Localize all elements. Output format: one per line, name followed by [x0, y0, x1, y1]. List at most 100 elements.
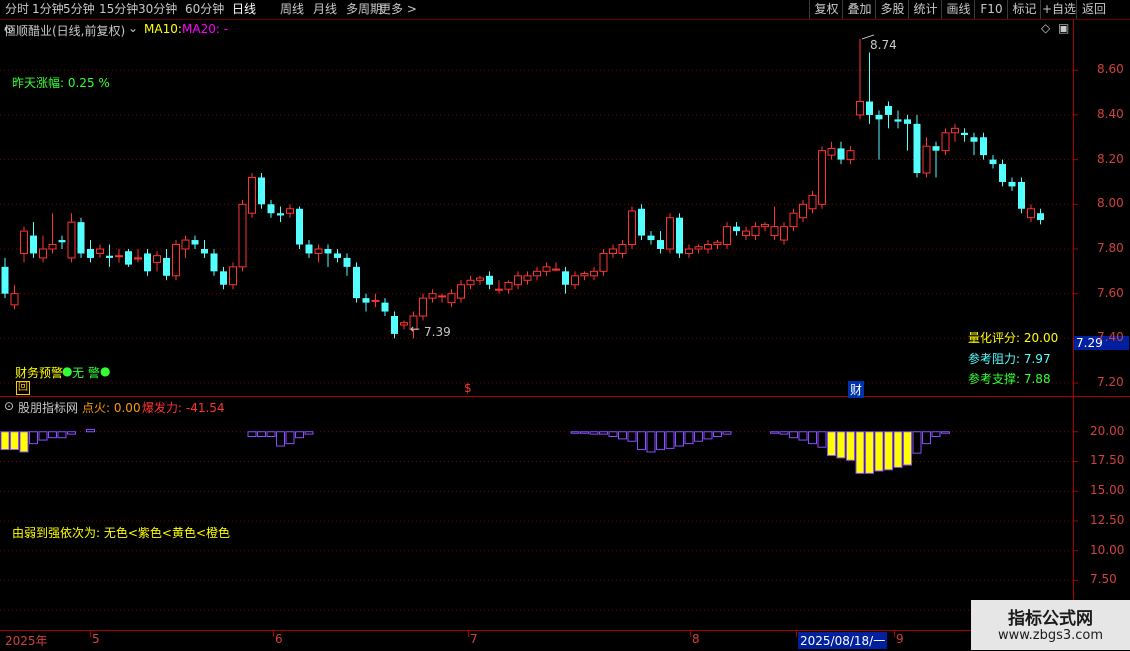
chevron-down-icon[interactable]: ⌄ — [128, 21, 138, 35]
kline-chart — [0, 34, 1078, 611]
return-box-icon[interactable]: 回 — [16, 381, 30, 395]
candle-body — [799, 203, 807, 219]
candle-body — [238, 203, 247, 268]
indicator-bar — [884, 431, 893, 471]
date-axis-label: 7 — [470, 632, 478, 646]
candle-body — [770, 226, 779, 237]
indicator-bar — [931, 431, 941, 437]
candle-body — [932, 146, 940, 151]
candle-body — [951, 127, 959, 134]
indicator-bar — [38, 431, 48, 441]
no-warning: 无 警 — [72, 366, 100, 380]
indicator-bar — [637, 431, 646, 451]
candle-body — [685, 248, 693, 254]
price-tick-label: 8.40 — [1097, 106, 1124, 121]
candle-body — [1, 266, 9, 294]
indicator-bar — [903, 431, 912, 466]
candle-body — [314, 248, 323, 254]
indicator-bar — [694, 431, 703, 442]
indicator-bar — [86, 428, 95, 433]
ma10-label: MA10: — [144, 22, 182, 36]
candle-body — [789, 212, 798, 228]
indicator-bar — [247, 431, 257, 437]
indicator-bar — [855, 431, 865, 474]
price-tick-label: 8.00 — [1097, 196, 1124, 211]
indicator-bar — [665, 431, 675, 449]
indicator-name: 股朋指标网 — [18, 401, 79, 415]
indicator-bar — [874, 431, 884, 472]
watermark: 指标公式网 www.zbgs3.com — [971, 600, 1130, 650]
indicator-bar — [827, 431, 836, 457]
candle-body — [904, 119, 911, 124]
indicator-tick-label: 7.50 — [1090, 572, 1117, 587]
resistance-level: 参考阻力: 7.97 — [968, 352, 1051, 366]
candle-body — [10, 293, 19, 306]
indicator-bar — [893, 431, 903, 468]
indicator-bar — [703, 431, 713, 440]
date-axis-label: 8 — [692, 632, 700, 646]
expand-icon[interactable]: ▣ — [1058, 21, 1069, 35]
indicator-bar — [19, 431, 29, 453]
candle-body — [125, 251, 132, 265]
candle-body — [48, 244, 57, 250]
candle-body — [191, 240, 199, 245]
indicator-tick-label: 10.00 — [1090, 542, 1125, 557]
candle-body — [419, 297, 427, 317]
candle-body — [980, 137, 987, 156]
date-axis-label: 9 — [896, 632, 904, 646]
date-axis-label: 5 — [92, 632, 100, 646]
stock-title: 恒顺醋业(日线,前复权) — [4, 24, 126, 38]
candle-body — [134, 257, 142, 260]
candle-body — [201, 248, 208, 254]
candle-body — [571, 275, 579, 286]
candle-body — [428, 293, 437, 299]
price-tick-label: 7.80 — [1097, 240, 1124, 255]
finance-warning[interactable]: 财务预警 — [15, 364, 63, 381]
candle-body — [808, 194, 817, 210]
candle-body — [742, 230, 750, 237]
indicator-bar — [627, 431, 637, 442]
dollar-marker[interactable]: $ — [464, 381, 472, 395]
candle-body — [172, 244, 180, 277]
candle-body — [447, 293, 456, 304]
finance-marker[interactable]: 财 — [848, 381, 865, 398]
candle-body — [913, 123, 921, 174]
candle-body — [248, 176, 256, 214]
candle-body — [144, 253, 151, 272]
candle-body — [694, 246, 703, 250]
candle-body — [875, 114, 883, 120]
candle-body — [657, 240, 664, 249]
indicator-bar — [865, 431, 874, 474]
indicator-bar — [779, 431, 789, 435]
high-marker: 8.74 — [870, 38, 897, 52]
candle-body — [77, 222, 85, 254]
diamond-icon[interactable]: ◇ — [1041, 21, 1050, 35]
candle-body — [704, 244, 712, 250]
candle-body — [922, 145, 931, 174]
quant-score: 量化评分: 20.00 — [968, 331, 1059, 345]
ignite-value: 点火: 0.00 — [82, 401, 141, 415]
candle-body — [438, 295, 446, 298]
candle-body — [818, 150, 826, 205]
indicator-bar — [798, 431, 808, 441]
candle-body — [371, 299, 380, 302]
indicator-bar — [295, 431, 304, 439]
candle-body — [599, 252, 608, 272]
price-tick-label: 7.40 — [1097, 330, 1124, 345]
date-axis-tick — [894, 631, 895, 637]
candle-body — [1008, 181, 1016, 187]
date-axis-tick — [796, 631, 797, 637]
indicator-bar — [304, 431, 314, 435]
candle-body — [87, 248, 94, 258]
candle-body — [970, 137, 978, 142]
indicator-bar — [589, 431, 599, 435]
candle-body — [780, 226, 788, 241]
candle-body — [67, 221, 76, 259]
candle-body — [210, 253, 218, 272]
candle-body — [1027, 208, 1035, 219]
candle-body — [258, 177, 265, 205]
candle-body — [542, 266, 551, 272]
indicator-menu-icon[interactable]: ⊙ — [4, 399, 14, 413]
candle-body — [486, 275, 493, 285]
candle-body — [647, 235, 655, 241]
